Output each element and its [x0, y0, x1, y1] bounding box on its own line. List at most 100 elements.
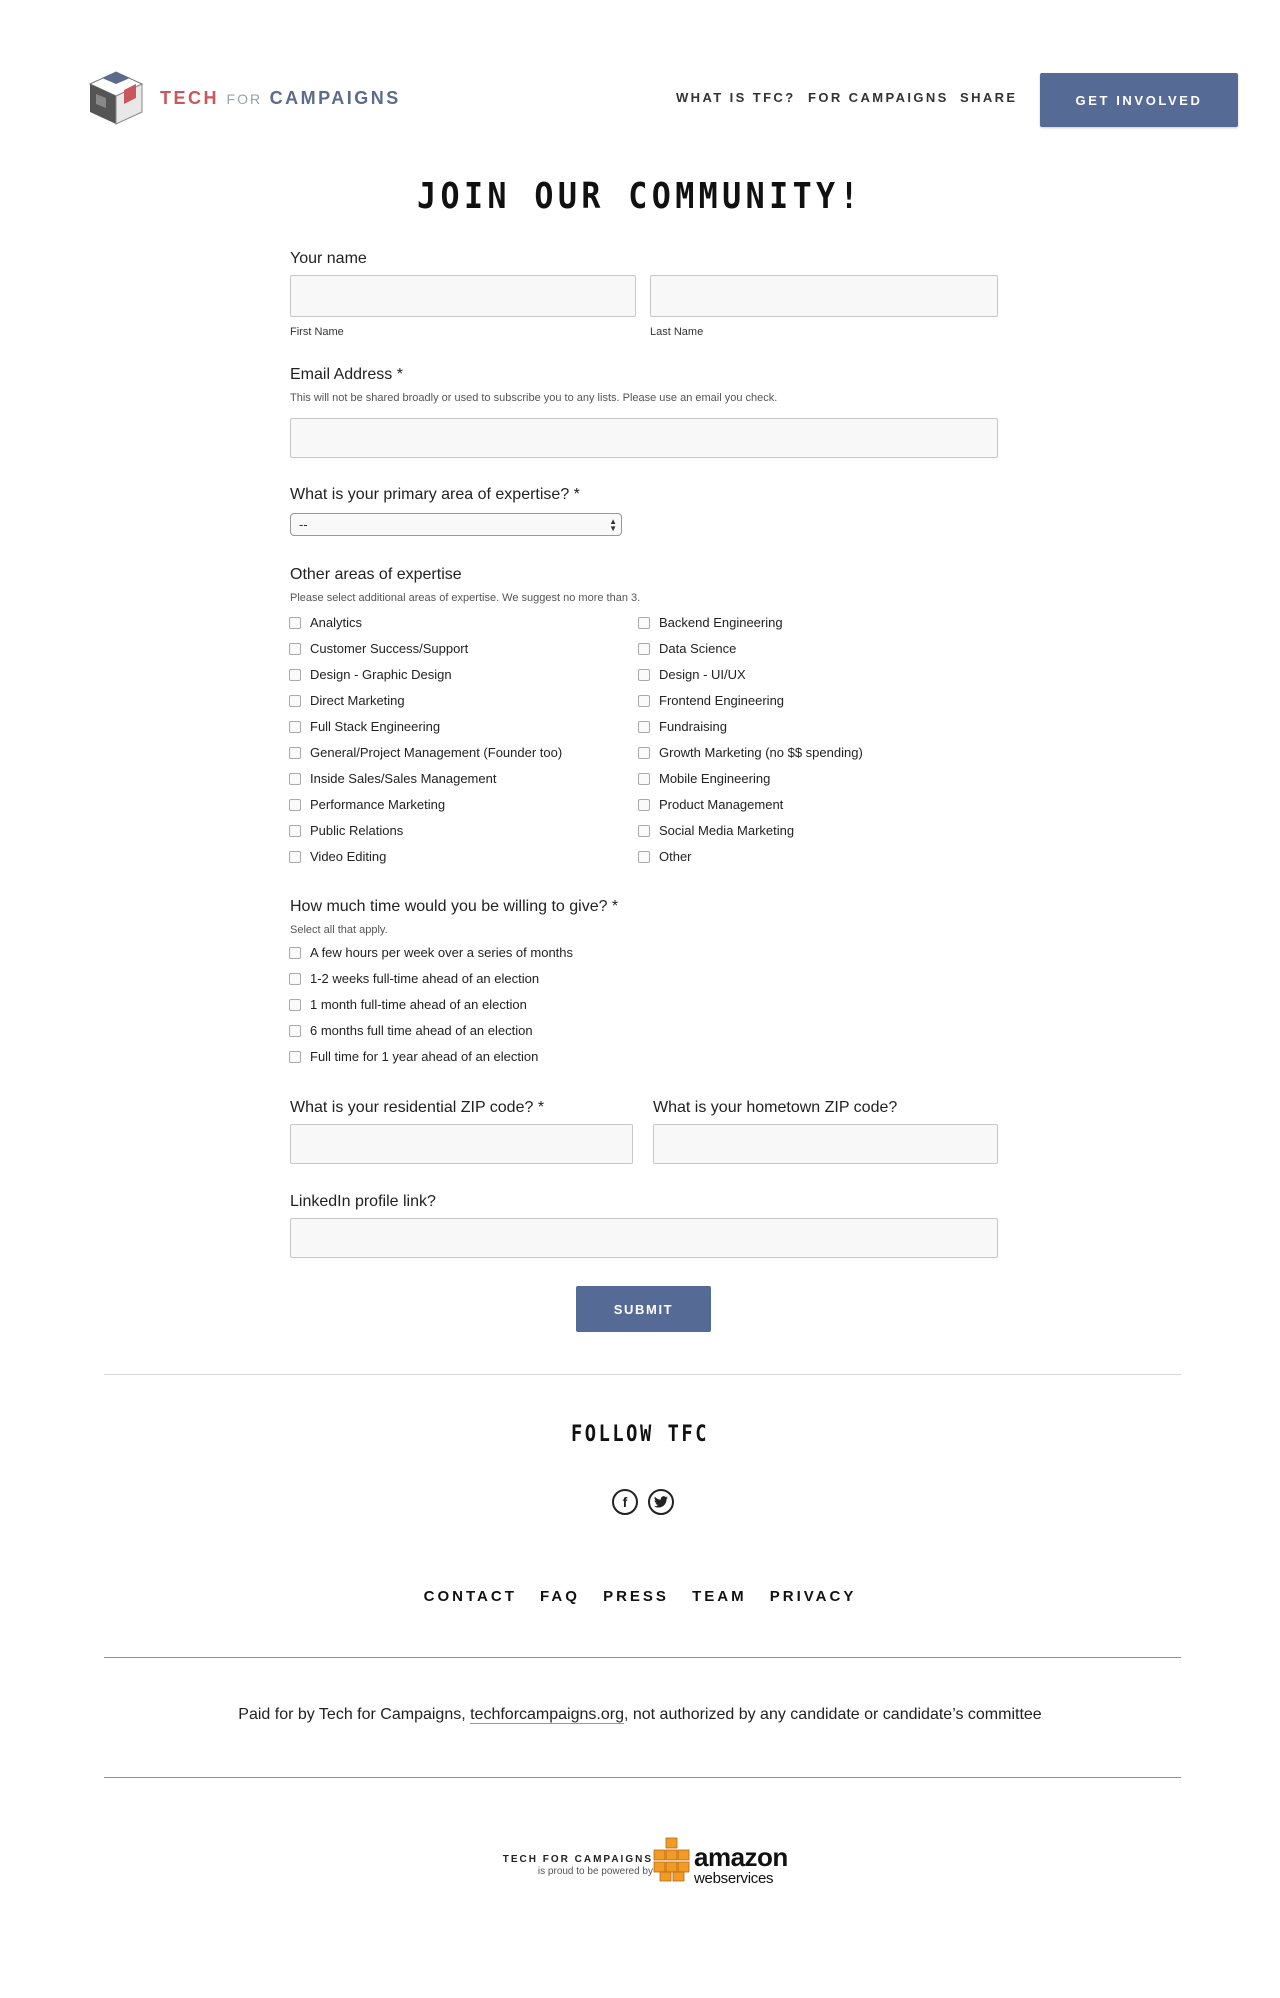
- facebook-icon[interactable]: f: [612, 1489, 638, 1515]
- expertise-option[interactable]: Data Science: [638, 641, 736, 656]
- expertise-option[interactable]: Public Relations: [289, 823, 403, 838]
- other-expertise-hint: Please select additional areas of expert…: [290, 592, 641, 604]
- residential-zip-input[interactable]: [290, 1124, 633, 1164]
- expertise-option[interactable]: General/Project Management (Founder too): [289, 745, 562, 760]
- checkbox-label: Full Stack Engineering: [310, 719, 441, 734]
- expertise-option[interactable]: Design - UI/UX: [638, 667, 746, 682]
- time-option[interactable]: 1-2 weeks full-time ahead of an election: [289, 971, 539, 986]
- twitter-icon[interactable]: [648, 1489, 674, 1515]
- paid-for-disclaimer: Paid for by Tech for Campaigns, techforc…: [0, 1706, 1280, 1724]
- checkbox-label: Performance Marketing: [310, 797, 446, 812]
- footer-link-team[interactable]: TEAM: [692, 1588, 747, 1605]
- checkbox-label: Fundraising: [659, 719, 727, 734]
- expertise-option[interactable]: Social Media Marketing: [638, 823, 794, 838]
- expertise-option[interactable]: Frontend Engineering: [638, 693, 784, 708]
- submit-button[interactable]: SUBMIT: [576, 1286, 711, 1332]
- time-option[interactable]: Full time for 1 year ahead of an electio…: [289, 1049, 538, 1064]
- checkbox[interactable]: [289, 772, 301, 785]
- expertise-option[interactable]: Mobile Engineering: [638, 771, 770, 786]
- expertise-option[interactable]: Fundraising: [638, 719, 727, 734]
- aws-badge-text: TECH FOR CAMPAIGNS is proud to be powere…: [498, 1854, 653, 1877]
- checkbox-label: Video Editing: [310, 849, 387, 864]
- checkbox[interactable]: [289, 850, 301, 863]
- site-header: TECH FOR CAMPAIGNS WHAT IS TFC? FOR CAMP…: [0, 0, 1280, 170]
- expertise-option[interactable]: Backend Engineering: [638, 615, 783, 630]
- hometown-zip-input[interactable]: [653, 1124, 998, 1164]
- page-title: JOIN OUR COMMUNITY!: [417, 176, 863, 217]
- time-label: How much time would you be willing to gi…: [290, 898, 619, 915]
- footer-link-press[interactable]: PRESS: [603, 1588, 669, 1605]
- checkbox-label: A few hours per week over a series of mo…: [310, 945, 574, 960]
- nav-share[interactable]: SHARE: [960, 90, 1018, 105]
- time-option[interactable]: 6 months full time ahead of an election: [289, 1023, 533, 1038]
- checkbox-label: Analytics: [310, 615, 363, 630]
- expertise-option[interactable]: Customer Success/Support: [289, 641, 468, 656]
- checkbox[interactable]: [638, 746, 650, 759]
- time-option[interactable]: A few hours per week over a series of mo…: [289, 945, 573, 960]
- expertise-option[interactable]: Analytics: [289, 615, 362, 630]
- checkbox[interactable]: [289, 972, 301, 985]
- checkbox[interactable]: [638, 694, 650, 707]
- get-involved-button[interactable]: GET INVOLVED: [1040, 73, 1238, 127]
- checkbox[interactable]: [289, 798, 301, 811]
- checkbox[interactable]: [289, 642, 301, 655]
- paid-prefix: Paid for by Tech for Campaigns,: [238, 1706, 471, 1723]
- checkbox[interactable]: [638, 642, 650, 655]
- expertise-option[interactable]: Full Stack Engineering: [289, 719, 440, 734]
- checkbox[interactable]: [289, 1024, 301, 1037]
- checkbox[interactable]: [638, 798, 650, 811]
- paid-link[interactable]: techforcampaigns.org: [470, 1706, 624, 1724]
- time-option[interactable]: 1 month full-time ahead of an election: [289, 997, 527, 1012]
- select-arrows-icon: ▲ ▼: [609, 517, 617, 533]
- checkbox[interactable]: [289, 720, 301, 733]
- first-name-input[interactable]: [290, 275, 636, 317]
- footer-link-contact[interactable]: CONTACT: [424, 1588, 517, 1605]
- checkbox[interactable]: [289, 824, 301, 837]
- checkbox-label: Product Management: [659, 797, 784, 812]
- primary-expertise-value: --: [299, 517, 308, 532]
- residential-zip-label: What is your residential ZIP code? *: [290, 1099, 545, 1116]
- footer-link-faq[interactable]: FAQ: [540, 1588, 580, 1605]
- linkedin-input[interactable]: [290, 1218, 998, 1258]
- name-label: Your name: [290, 250, 367, 267]
- primary-expertise-select[interactable]: -- ▲ ▼: [290, 513, 622, 536]
- checkbox[interactable]: [289, 1050, 301, 1063]
- expertise-option[interactable]: Growth Marketing (no $$ spending): [638, 745, 863, 760]
- last-name-input[interactable]: [650, 275, 998, 317]
- checkbox[interactable]: [289, 746, 301, 759]
- aws-line2: is proud to be powered by: [537, 1866, 653, 1877]
- checkbox[interactable]: [638, 824, 650, 837]
- linkedin-label: LinkedIn profile link?: [290, 1193, 436, 1210]
- first-name-caption: First Name: [290, 326, 344, 338]
- checkbox[interactable]: [289, 694, 301, 707]
- checkbox[interactable]: [638, 850, 650, 863]
- checkbox[interactable]: [289, 668, 301, 681]
- follow-title: FOLLOW TFC: [570, 1422, 710, 1447]
- twitter-bird-icon: [654, 1496, 668, 1508]
- expertise-option[interactable]: Other: [638, 849, 692, 864]
- logo-campaigns: CAMPAIGNS: [269, 87, 401, 108]
- checkbox[interactable]: [638, 720, 650, 733]
- expertise-option[interactable]: Product Management: [638, 797, 783, 812]
- expertise-option[interactable]: Performance Marketing: [289, 797, 445, 812]
- expertise-option[interactable]: Video Editing: [289, 849, 386, 864]
- checkbox[interactable]: [638, 616, 650, 629]
- footer-link-privacy[interactable]: PRIVACY: [770, 1588, 857, 1605]
- nav-for-campaigns[interactable]: FOR CAMPAIGNS: [808, 90, 949, 105]
- expertise-option[interactable]: Inside Sales/Sales Management: [289, 771, 496, 786]
- checkbox[interactable]: [638, 772, 650, 785]
- logo[interactable]: TECH FOR CAMPAIGNS: [86, 70, 401, 126]
- expertise-option[interactable]: Direct Marketing: [289, 693, 405, 708]
- checkbox[interactable]: [289, 946, 301, 959]
- footer-divider-red-bottom: [104, 1777, 1181, 1778]
- checkbox[interactable]: [289, 616, 301, 629]
- email-hint: This will not be shared broadly or used …: [290, 392, 778, 404]
- checkbox-label: Full time for 1 year ahead of an electio…: [310, 1049, 539, 1064]
- checkbox[interactable]: [638, 668, 650, 681]
- checkbox-label: Growth Marketing (no $$ spending): [659, 745, 863, 760]
- checkbox[interactable]: [289, 998, 301, 1011]
- checkbox-label: Backend Engineering: [659, 615, 783, 630]
- email-input[interactable]: [290, 418, 998, 458]
- expertise-option[interactable]: Design - Graphic Design: [289, 667, 452, 682]
- nav-what-is-tfc[interactable]: WHAT IS TFC?: [676, 90, 796, 105]
